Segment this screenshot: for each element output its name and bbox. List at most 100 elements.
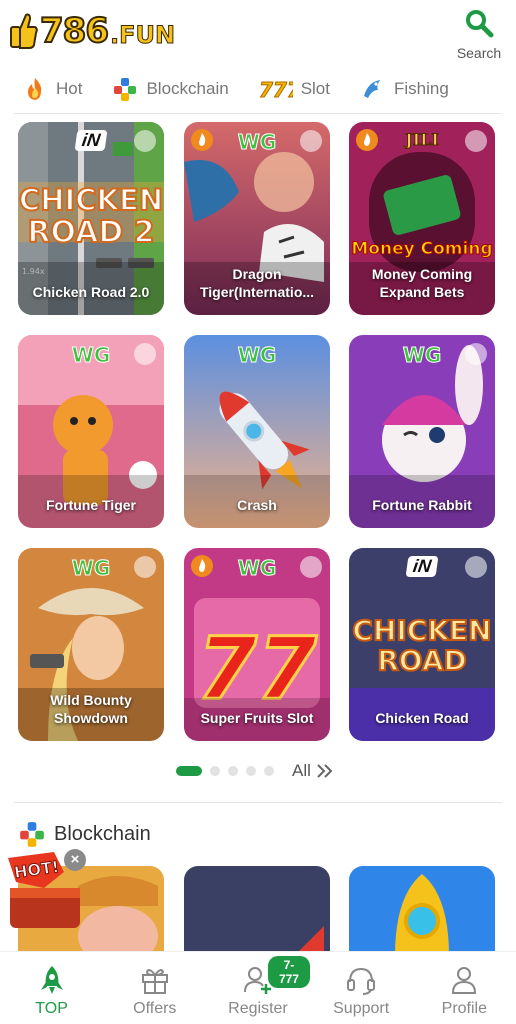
tab-slot[interactable]: 777 Slot (259, 76, 330, 103)
tab-slot-label: Slot (300, 79, 330, 98)
blockchain-game-card[interactable] (349, 866, 495, 956)
thumbs-up-icon (10, 13, 38, 49)
game-title: Crash (237, 497, 277, 513)
favorite-star-icon[interactable] (465, 556, 487, 578)
section-title-blockchain: Blockchain (18, 818, 151, 850)
section-title-label: Blockchain (54, 822, 151, 845)
flame-icon (28, 78, 42, 100)
search-label: Search (456, 45, 502, 61)
brand-logo-wg: WG (237, 556, 277, 581)
brand-logo-in: iN (74, 130, 108, 151)
nav-top[interactable]: TOP (0, 952, 103, 1024)
category-tabs: Hot Blockchain 777 Slot Fishing (0, 66, 516, 112)
svg-text:CHICKEN: CHICKEN (352, 614, 491, 647)
favorite-star-icon[interactable] (134, 343, 156, 365)
nav-support[interactable]: Support (310, 952, 413, 1024)
nav-support-label: Support (333, 1000, 390, 1017)
header: 786 .FUN Search (0, 0, 516, 64)
brand-logo-wg: WG (71, 343, 111, 368)
bottom-navigation: TOP Offers 7-777 Register Support Profil… (0, 951, 516, 1024)
game-card-money-coming[interactable]: Money Coming JILI Money Coming Expand Be… (349, 122, 495, 315)
blockchain-icon (114, 78, 137, 101)
register-bonus-badge: 7-777 (268, 956, 310, 988)
blockchain-game-card[interactable] (184, 866, 330, 956)
nav-register-label: Register (228, 1000, 288, 1017)
game-artwork (294, 926, 324, 956)
game-card-super-fruits-slot[interactable]: 77 WG Super Fruits Slot (184, 548, 330, 741)
brand-logo-jili: JILI (405, 130, 440, 150)
game-card-crash[interactable]: WG Crash (184, 335, 330, 528)
tab-hot-label: Hot (56, 79, 83, 98)
hot-badge-icon (191, 129, 213, 151)
tab-fishing[interactable]: Fishing (360, 76, 449, 102)
brand-logo-wg: WG (402, 343, 442, 368)
logo-suffix: .FUN (109, 21, 176, 50)
site-logo[interactable]: 786 .FUN (8, 6, 176, 56)
pager-dot[interactable] (210, 766, 220, 776)
user-icon (452, 967, 477, 994)
blockchain-icon (20, 822, 44, 847)
favorite-star-icon[interactable] (465, 343, 487, 365)
favorite-star-icon[interactable] (300, 556, 322, 578)
brand-logo-wg: WG (237, 343, 277, 368)
game-card-dragon-tiger[interactable]: WG Dragon Tiger(Internatio... (184, 122, 330, 315)
view-all-link[interactable]: All (292, 761, 335, 781)
game-card-fortune-tiger[interactable]: WG Fortune Tiger (18, 335, 164, 528)
game-title: Super Fruits Slot (200, 710, 314, 726)
section-divider (14, 802, 502, 803)
brand-logo-in: iN (405, 556, 439, 577)
svg-text:Money Coming: Money Coming (351, 239, 492, 259)
carousel-pager: All (176, 758, 335, 784)
tab-blockchain[interactable]: Blockchain (112, 76, 229, 102)
pager-dot-active[interactable] (176, 766, 202, 776)
nav-offers[interactable]: Offers (103, 952, 206, 1024)
view-all-label: All (292, 761, 311, 780)
game-card-fortune-rabbit[interactable]: WG Fortune Rabbit (349, 335, 495, 528)
game-card-wild-bounty-showdown[interactable]: WG Wild Bounty Showdown (18, 548, 164, 741)
tab-fishing-label: Fishing (393, 79, 449, 98)
pager-dot[interactable] (264, 766, 274, 776)
favorite-star-icon[interactable] (134, 130, 156, 152)
game-title: Fortune Rabbit (372, 497, 472, 513)
svg-text:ROAD: ROAD (377, 644, 467, 677)
nav-profile[interactable]: Profile (413, 952, 516, 1024)
game-title: Chicken Road 2.0 (32, 284, 150, 300)
svg-text:777: 777 (259, 78, 293, 102)
game-title: Money Coming Expand Bets (371, 266, 473, 300)
game-title: Chicken Road (375, 710, 469, 726)
rocket-icon (40, 966, 63, 994)
gift-icon (141, 969, 168, 994)
pager-dot[interactable] (246, 766, 256, 776)
brand-logo-wg: WG (71, 556, 111, 581)
tab-hot[interactable]: Hot (22, 76, 82, 102)
favorite-star-icon[interactable] (134, 556, 156, 578)
favorite-star-icon[interactable] (300, 130, 322, 152)
slot-777-icon: 777 (259, 78, 293, 103)
nav-top-label: TOP (35, 1000, 68, 1017)
svg-text:CHICKEN: CHICKEN (19, 183, 163, 217)
brand-logo-wg: WG (237, 130, 277, 155)
svg-text:ROAD 2: ROAD 2 (27, 215, 154, 250)
tabs-divider (14, 113, 502, 114)
tab-blockchain-label: Blockchain (146, 79, 229, 98)
headset-icon (347, 967, 376, 995)
game-title: Wild Bounty Showdown (50, 692, 132, 726)
hot-badge-icon (191, 555, 213, 577)
hot-badge-icon (356, 129, 378, 151)
pager-dot[interactable] (228, 766, 238, 776)
nav-profile-label: Profile (441, 1000, 488, 1017)
game-card-chicken-road-2[interactable]: CHICKEN ROAD 2 1.94x iN Chicken Road 2.0 (18, 122, 164, 315)
search-button[interactable]: Search (454, 6, 504, 61)
nav-register[interactable]: 7-777 Register (206, 952, 310, 1024)
nav-offers-label: Offers (133, 1000, 177, 1017)
game-artwork (395, 874, 449, 956)
search-icon (466, 10, 494, 38)
double-chevron-right-icon (317, 764, 333, 778)
close-icon[interactable]: × (64, 849, 86, 871)
game-title: Dragon Tiger(Internatio... (199, 266, 315, 300)
fish-icon (363, 80, 380, 98)
game-card-chicken-road[interactable]: CHICKEN ROAD iN Chicken Road (349, 548, 495, 741)
favorite-star-icon[interactable] (465, 130, 487, 152)
logo-number: 786 (39, 10, 110, 52)
game-title: Fortune Tiger (46, 497, 136, 513)
